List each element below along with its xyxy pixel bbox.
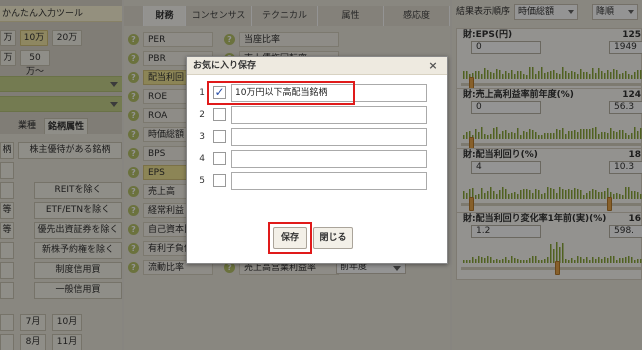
favorite-name-input[interactable] xyxy=(231,106,427,124)
favorite-checkbox[interactable] xyxy=(213,130,226,143)
favorite-checkbox[interactable] xyxy=(213,174,226,187)
dialog-title: お気に入り保存 xyxy=(187,57,447,75)
favorite-name-input[interactable] xyxy=(231,150,427,168)
row-number: 3 xyxy=(199,132,205,142)
favorite-row: 3 xyxy=(187,127,449,147)
favorite-name-input[interactable] xyxy=(231,128,427,146)
row-number: 2 xyxy=(199,110,205,120)
save-favorite-dialog: お気に入り保存 × 1 ✓ 10万円以下高配当銘柄 2 3 4 5 保存 閉じる xyxy=(186,56,448,264)
row-number: 5 xyxy=(199,176,205,186)
favorite-name-input[interactable] xyxy=(231,172,427,190)
favorite-checkbox[interactable] xyxy=(213,152,226,165)
highlight-box xyxy=(207,81,355,105)
favorite-row: 4 xyxy=(187,149,449,169)
close-button[interactable]: 閉じる xyxy=(313,227,353,249)
row-number: 1 xyxy=(199,88,205,98)
highlight-box xyxy=(268,222,312,254)
close-icon[interactable]: × xyxy=(427,60,439,72)
row-number: 4 xyxy=(199,154,205,164)
favorite-checkbox[interactable] xyxy=(213,108,226,121)
favorite-row: 2 xyxy=(187,105,449,125)
favorite-row: 5 xyxy=(187,171,449,191)
